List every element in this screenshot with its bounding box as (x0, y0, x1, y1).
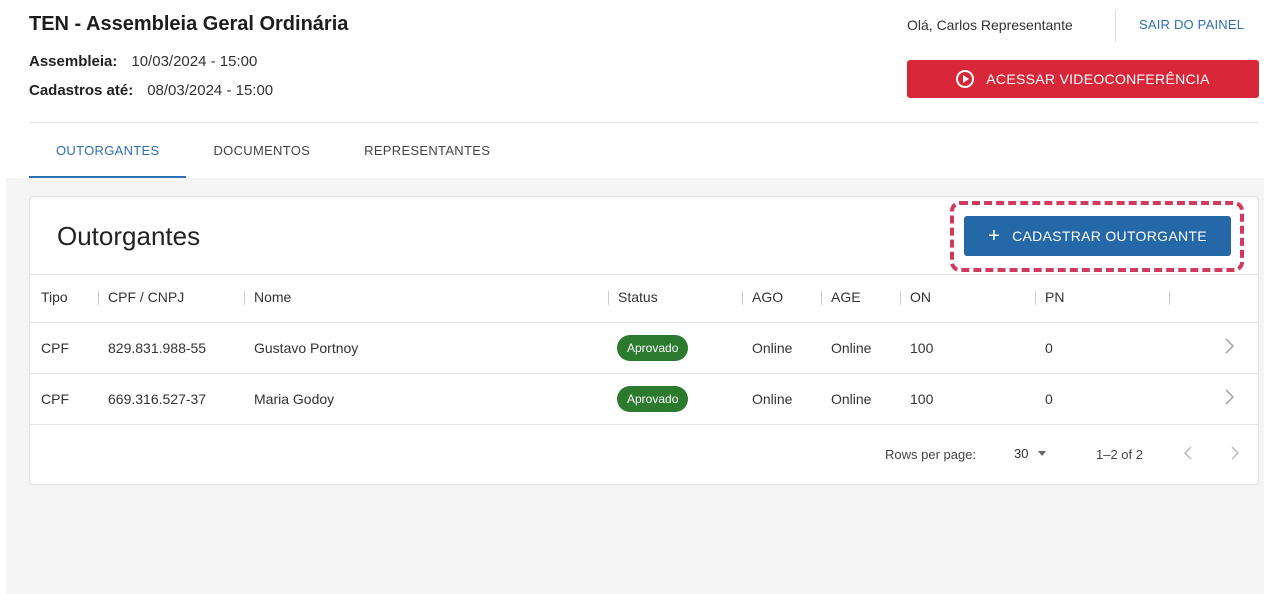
column-header-status[interactable]: Status (618, 289, 658, 305)
cell-pn: 0 (1045, 340, 1053, 356)
pagination-range: 1–2 of 2 (1096, 447, 1143, 462)
table-row[interactable]: CPF 829.831.988-55 Gustavo Portnoy Aprov… (30, 323, 1258, 374)
register-deadline: Cadastros até: 08/03/2024 - 15:00 (29, 82, 273, 99)
column-header-tipo[interactable]: Tipo (41, 289, 68, 305)
register-value: 08/03/2024 - 15:00 (147, 82, 274, 99)
table-header: Tipo CPF / CNPJ Nome Status AGO AGE ON P… (30, 274, 1258, 323)
column-separator (1035, 291, 1036, 305)
assembly-date: Assembleia: 10/03/2024 - 15:00 (29, 53, 257, 70)
tab-documentos[interactable]: DOCUMENTOS (186, 132, 337, 178)
column-separator (1169, 291, 1170, 305)
column-header-on[interactable]: ON (910, 289, 931, 305)
column-header-age[interactable]: AGE (831, 289, 861, 305)
column-separator (98, 291, 99, 305)
chevron-right-icon[interactable] (1219, 336, 1239, 356)
status-badge: Aprovado (617, 386, 689, 412)
cell-pn: 0 (1045, 391, 1053, 407)
chevron-right-icon[interactable] (1225, 444, 1243, 462)
column-header-doc[interactable]: CPF / CNPJ (108, 289, 184, 305)
assembly-value: 10/03/2024 - 15:00 (131, 53, 258, 70)
outorgantes-card: Outorgantes + CADASTRAR OUTORGANTE Tipo … (29, 196, 1259, 485)
assembly-label: Assembleia: (29, 53, 118, 70)
column-header-pn[interactable]: PN (1045, 289, 1064, 305)
header-area: TEN - Assembleia Geral Ordinária Assembl… (0, 0, 1264, 178)
caret-down-icon (1038, 451, 1047, 456)
rows-per-page-label: Rows per page: (885, 447, 977, 462)
page-title: TEN - Assembleia Geral Ordinária (29, 13, 349, 35)
column-separator (742, 291, 743, 305)
cell-tipo: CPF (41, 340, 69, 356)
column-separator (821, 291, 822, 305)
header-divider (1115, 10, 1116, 42)
chevron-left-icon[interactable] (1180, 444, 1198, 462)
cell-age: Online (831, 391, 872, 407)
status-badge: Aprovado (617, 335, 689, 361)
table-row[interactable]: CPF 669.316.527-37 Maria Godoy Aprovado … (30, 374, 1258, 425)
play-circle-icon (956, 70, 975, 88)
cell-age: Online (831, 340, 872, 356)
tab-bar: OUTORGANTES DOCUMENTOS REPRESENTANTES (29, 132, 517, 178)
tab-representantes[interactable]: REPRESENTANTES (337, 132, 517, 178)
cell-on: 100 (910, 391, 934, 407)
header-divider-line (29, 122, 1259, 123)
cell-doc: 669.316.527-37 (108, 391, 207, 407)
cell-ago: Online (752, 391, 793, 407)
cell-nome: Gustavo Portnoy (254, 340, 359, 356)
cell-on: 100 (910, 340, 934, 356)
plus-icon: + (988, 225, 1001, 247)
videoconference-button[interactable]: ACESSAR VIDEOCONFERÊNCIA (907, 60, 1259, 98)
user-greeting: Olá, Carlos Representante (907, 17, 1073, 33)
register-label: Cadastros até: (29, 82, 134, 99)
add-outorgante-button-label: CADASTRAR OUTORGANTE (1012, 228, 1207, 244)
cell-tipo: CPF (41, 391, 69, 407)
logout-link[interactable]: SAIR DO PAINEL (1139, 17, 1244, 32)
chevron-right-icon[interactable] (1219, 387, 1239, 407)
column-separator (244, 291, 245, 305)
column-separator (900, 291, 901, 305)
tab-outorgantes[interactable]: OUTORGANTES (29, 132, 187, 178)
videoconference-button-label: ACESSAR VIDEOCONFERÊNCIA (986, 71, 1210, 87)
cell-nome: Maria Godoy (254, 391, 335, 407)
column-separator (608, 291, 609, 305)
column-header-nome[interactable]: Nome (254, 289, 291, 305)
column-header-ago[interactable]: AGO (752, 289, 783, 305)
add-outorgante-button[interactable]: + CADASTRAR OUTORGANTE (964, 216, 1231, 256)
rows-per-page-select[interactable]: 30 (1014, 446, 1047, 461)
cell-doc: 829.831.988-55 (108, 340, 207, 356)
cell-ago: Online (752, 340, 793, 356)
pagination: Rows per page: 30 1–2 of 2 (30, 425, 1258, 485)
rows-per-page-value: 30 (1014, 446, 1029, 461)
card-title: Outorgantes (57, 221, 201, 251)
